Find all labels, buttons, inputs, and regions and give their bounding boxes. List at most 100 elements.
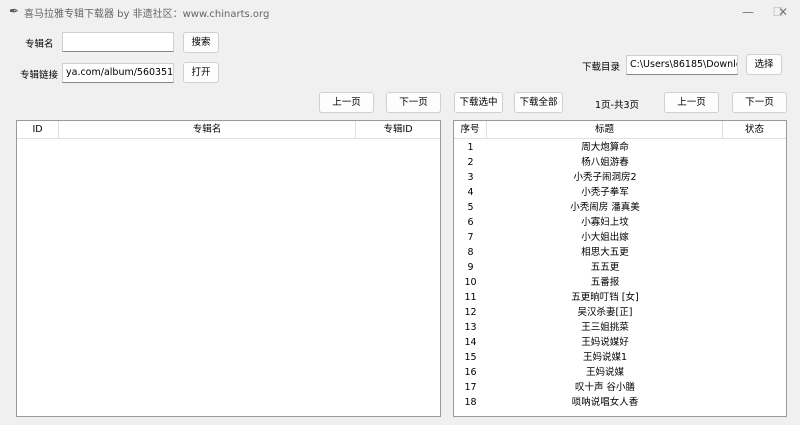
- track-status: [723, 200, 786, 215]
- download-dir-input[interactable]: C:\Users\86185\Downloa: [626, 55, 738, 75]
- track-title: 小秃闹房 潘真美: [570, 202, 640, 213]
- track-title: 小大姐出嫁: [581, 232, 629, 243]
- track-status: [723, 320, 786, 335]
- track-row[interactable]: 18 唢呐说唱女人香: [454, 395, 786, 410]
- track-row[interactable]: 9 五五更: [454, 260, 786, 275]
- track-status: [723, 350, 786, 365]
- track-title: 王妈说媒好: [581, 337, 629, 348]
- minimize-icon[interactable]: —: [731, 0, 765, 24]
- column-header-status[interactable]: 状态: [723, 121, 786, 138]
- track-title: 王三姐挑菜: [581, 322, 629, 333]
- track-status: [723, 335, 786, 350]
- track-title: 小秃子闹洞房2: [573, 172, 637, 183]
- track-no: 6: [467, 217, 474, 228]
- track-title: 王妈说媒1: [582, 352, 628, 363]
- track-status: [723, 305, 786, 320]
- album-name-label: 专辑名: [25, 39, 54, 50]
- track-no: 10: [464, 277, 477, 288]
- track-status: [723, 140, 786, 155]
- track-row[interactable]: 7 小大姐出嫁: [454, 230, 786, 245]
- track-row[interactable]: 1 周大炮算命: [454, 140, 786, 155]
- track-status: [723, 155, 786, 170]
- track-status: [723, 230, 786, 245]
- track-no: 16: [464, 367, 477, 378]
- track-no: 15: [464, 352, 477, 363]
- track-no: 1: [467, 142, 474, 153]
- download-selected-button[interactable]: 下载选中: [454, 92, 503, 113]
- track-title: 王妈说媒: [585, 367, 624, 378]
- track-title: 叹十声 谷小膳: [574, 382, 636, 393]
- column-header-no[interactable]: 序号: [454, 121, 487, 138]
- track-title: 吴汉杀妻[正]: [577, 307, 633, 318]
- window-title: 喜马拉雅专辑下载器 by 非遗社区：www.chinarts.org: [24, 9, 270, 20]
- choose-dir-button[interactable]: 选择: [746, 54, 782, 75]
- download-dir-label: 下载目录: [582, 62, 621, 73]
- track-title: 五番报: [590, 277, 620, 288]
- track-status: [723, 395, 786, 410]
- title-bar: ✒ 喜马拉雅专辑下载器 by 非遗社区：www.chinarts.org: [0, 0, 800, 24]
- album-next-page-button[interactable]: 下一页: [386, 92, 441, 113]
- track-status: [723, 185, 786, 200]
- track-status: [723, 290, 786, 305]
- album-prev-page-button[interactable]: 上一页: [319, 92, 374, 113]
- track-row[interactable]: 3 小秃子闹洞房2: [454, 170, 786, 185]
- track-no: 13: [464, 322, 477, 333]
- track-row[interactable]: 16 王妈说媒: [454, 365, 786, 380]
- track-row[interactable]: 8 相思大五更: [454, 245, 786, 260]
- album-link-input[interactable]: ya.com/album/56035110: [62, 63, 174, 83]
- column-header-album-name[interactable]: 专辑名: [59, 121, 356, 138]
- feather-icon: ✒: [9, 4, 20, 18]
- album-link-label: 专辑链接: [20, 70, 59, 81]
- track-row[interactable]: 15 王妈说媒1: [454, 350, 786, 365]
- track-no: 7: [467, 232, 474, 243]
- track-title: 相思大五更: [581, 247, 629, 258]
- track-status: [723, 380, 786, 395]
- track-status: [723, 245, 786, 260]
- track-row[interactable]: 14 王妈说媒好: [454, 335, 786, 350]
- track-row[interactable]: 10 五番报: [454, 275, 786, 290]
- track-no: 3: [467, 172, 474, 183]
- track-no: 2: [467, 157, 474, 168]
- track-title: 唢呐说唱女人香: [571, 397, 639, 408]
- column-header-album-id[interactable]: 专辑ID: [356, 121, 440, 138]
- track-no: 8: [467, 247, 474, 258]
- track-row[interactable]: 11 五更晌叮铛 [女]: [454, 290, 786, 305]
- track-row[interactable]: 2 杨八姐游春: [454, 155, 786, 170]
- track-row[interactable]: 13 王三姐挑菜: [454, 320, 786, 335]
- track-prev-page-button[interactable]: 上一页: [664, 92, 719, 113]
- track-status: [723, 275, 786, 290]
- track-status: [723, 260, 786, 275]
- track-no: 9: [467, 262, 474, 273]
- album-table-header: ID 专辑名 专辑ID: [17, 121, 440, 139]
- track-no: 18: [464, 397, 477, 408]
- track-row[interactable]: 4 小秃子拳军: [454, 185, 786, 200]
- track-title: 五五更: [590, 262, 620, 273]
- album-name-input[interactable]: [62, 32, 174, 52]
- track-no: 11: [464, 292, 477, 303]
- close-icon[interactable]: ✕: [766, 0, 800, 24]
- track-row[interactable]: 5 小秃闹房 潘真美: [454, 200, 786, 215]
- track-status: [723, 215, 786, 230]
- track-no: 12: [464, 307, 477, 318]
- track-table[interactable]: 序号 标题 状态 1 周大炮算命 2 杨八姐游春 3 小秃子闹洞房2 4 小秃子拳军 5 小秃闹房…: [453, 120, 787, 417]
- track-row[interactable]: 12 吴汉杀妻[正]: [454, 305, 786, 320]
- track-no: 17: [464, 382, 477, 393]
- track-status: [723, 170, 786, 185]
- open-button[interactable]: 打开: [183, 62, 219, 83]
- column-header-title[interactable]: 标题: [487, 121, 723, 138]
- track-title: 五更晌叮铛 [女]: [571, 292, 639, 303]
- track-no: 14: [464, 337, 477, 348]
- track-table-header: 序号 标题 状态: [454, 121, 786, 139]
- track-no: 4: [467, 187, 474, 198]
- track-row[interactable]: 6 小寡妇上坟: [454, 215, 786, 230]
- track-title: 小秃子拳军: [581, 187, 629, 198]
- track-title: 杨八姐游春: [581, 157, 629, 168]
- track-status: [723, 365, 786, 380]
- download-all-button[interactable]: 下载全部: [514, 92, 563, 113]
- album-table[interactable]: ID 专辑名 专辑ID: [16, 120, 441, 417]
- column-header-id[interactable]: ID: [17, 121, 59, 138]
- track-next-page-button[interactable]: 下一页: [732, 92, 787, 113]
- track-row[interactable]: 17 叹十声 谷小膳: [454, 380, 786, 395]
- search-button[interactable]: 搜索: [183, 32, 219, 53]
- track-no: 5: [467, 202, 474, 213]
